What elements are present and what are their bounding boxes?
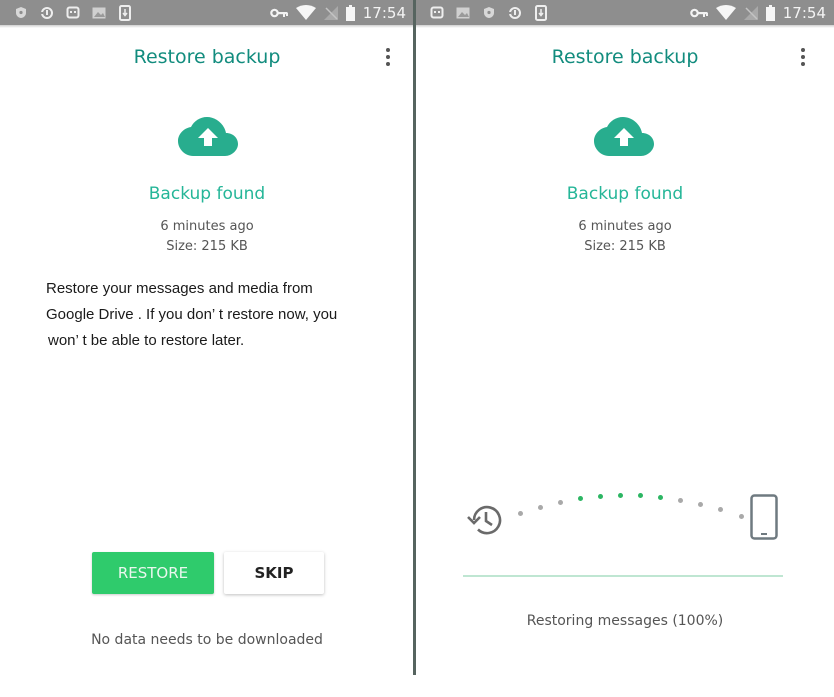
cloud-upload-icon bbox=[594, 117, 654, 156]
backup-time: 6 minutes ago bbox=[578, 219, 672, 234]
wifi-icon bbox=[295, 5, 316, 20]
cloud-upload-icon bbox=[178, 117, 238, 156]
status-bar: 17:54 bbox=[416, 0, 834, 25]
description-line: won’ t be able to restore later. bbox=[48, 332, 245, 349]
restore-screen-right: 17:54 Restore backup Backup found 6 minu… bbox=[416, 0, 834, 697]
wifi-icon bbox=[715, 5, 736, 20]
backup-size: Size: 215 KB bbox=[584, 239, 666, 254]
download-icon bbox=[534, 4, 548, 21]
message-icon bbox=[430, 6, 444, 20]
battery-icon bbox=[345, 4, 355, 21]
backup-found-heading: Backup found bbox=[148, 184, 266, 204]
no-signal-icon bbox=[323, 5, 338, 20]
progress-dot-active bbox=[658, 494, 664, 500]
skip-button[interactable]: SKIP bbox=[224, 552, 324, 594]
progress-dot-active bbox=[577, 496, 583, 502]
download-icon bbox=[118, 4, 132, 21]
description-line: Restore your messages and media from bbox=[46, 280, 313, 297]
progress-dot-active bbox=[638, 492, 644, 498]
page-title: Restore backup bbox=[133, 46, 281, 68]
clock: 17:54 bbox=[362, 3, 406, 22]
battery-icon bbox=[765, 4, 775, 21]
progress-dot-active bbox=[617, 492, 623, 498]
more-vert-icon[interactable] bbox=[796, 46, 810, 68]
progress-dot-active bbox=[597, 493, 603, 499]
key-icon bbox=[269, 6, 288, 20]
shield-icon bbox=[482, 6, 496, 20]
backup-size: Size: 215 KB bbox=[166, 239, 248, 254]
status-bar: 17:54 bbox=[0, 0, 414, 25]
backup-found-heading: Backup found bbox=[566, 184, 684, 204]
image-icon bbox=[456, 6, 470, 20]
progress-dot bbox=[557, 499, 563, 505]
progress-fill bbox=[463, 575, 783, 577]
restore-description: Restore your messages and media from Goo… bbox=[46, 276, 366, 354]
sync-icon bbox=[40, 6, 54, 20]
history-icon bbox=[467, 505, 502, 535]
more-vert-icon[interactable] bbox=[381, 46, 395, 68]
clock: 17:54 bbox=[782, 3, 826, 22]
download-note: No data needs to be downloaded bbox=[91, 632, 323, 648]
page-title: Restore backup bbox=[551, 46, 699, 68]
description-line: Google Drive . If you don’ t restore now… bbox=[46, 306, 338, 323]
key-icon bbox=[689, 6, 708, 20]
restore-button[interactable]: RESTORE bbox=[92, 552, 214, 594]
phone-icon bbox=[750, 494, 778, 540]
restore-status: Restoring messages (100%) bbox=[526, 613, 724, 629]
restore-progress-bar bbox=[463, 575, 783, 577]
progress-dot bbox=[517, 510, 523, 516]
progress-dot bbox=[738, 513, 744, 519]
progress-dot bbox=[537, 504, 543, 510]
restore-screen-left: 17:54 Restore backup Backup found 6 minu… bbox=[0, 0, 414, 697]
progress-dot bbox=[678, 497, 684, 503]
backup-time: 6 minutes ago bbox=[160, 219, 254, 234]
message-icon bbox=[66, 6, 80, 20]
sync-icon bbox=[508, 6, 522, 20]
shield-icon bbox=[14, 6, 28, 20]
no-signal-icon bbox=[743, 5, 758, 20]
image-icon bbox=[92, 6, 106, 20]
